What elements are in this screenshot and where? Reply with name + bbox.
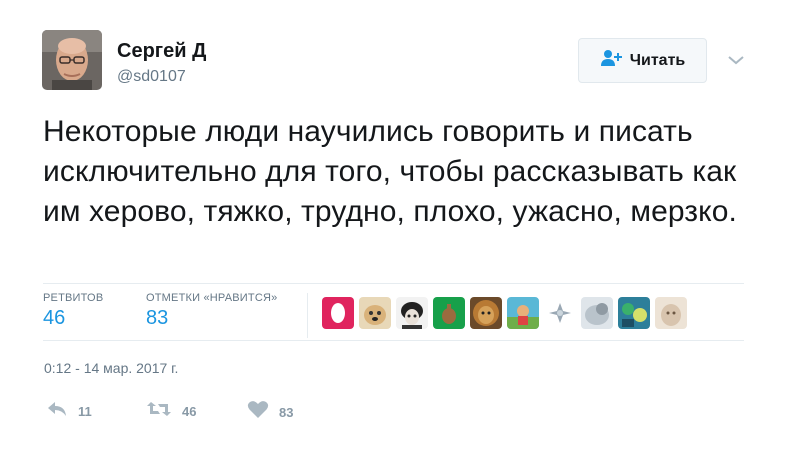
retweet-button[interactable]: 46 <box>146 400 196 423</box>
like-button[interactable]: 83 <box>247 400 293 424</box>
liker-avatar[interactable] <box>581 297 613 329</box>
liker-avatar[interactable] <box>433 297 465 329</box>
follow-button-label: Читать <box>629 51 686 69</box>
reply-count: 11 <box>78 404 92 419</box>
likes-stat[interactable]: ОТМЕТКИ «НРАВИТСЯ» 83 <box>146 292 277 330</box>
reply-button[interactable]: 11 <box>46 400 92 423</box>
follow-user-icon <box>600 49 624 72</box>
retweet-icon <box>146 400 172 423</box>
author-avatar[interactable] <box>42 30 102 90</box>
tweet-timestamp[interactable]: 0:12 - 14 мар. 2017 г. <box>44 360 178 376</box>
divider-top <box>43 283 744 284</box>
retweet-count: 46 <box>182 404 197 419</box>
likes-label: ОТМЕТКИ «НРАВИТСЯ» <box>146 292 278 304</box>
liker-avatar[interactable] <box>359 297 391 329</box>
liker-avatar[interactable] <box>396 297 428 329</box>
retweets-stat[interactable]: РЕТВИТОВ 46 <box>43 292 103 330</box>
liker-avatar[interactable] <box>655 297 687 329</box>
follow-button[interactable]: Читать <box>578 38 707 83</box>
liker-avatar[interactable] <box>618 297 650 329</box>
liker-avatar[interactable] <box>544 297 576 329</box>
liker-avatars <box>322 297 687 329</box>
reply-icon <box>46 400 68 423</box>
retweets-count: 46 <box>43 307 66 329</box>
like-count: 83 <box>279 404 294 420</box>
liker-avatar[interactable] <box>470 297 502 329</box>
retweets-label: РЕТВИТОВ <box>43 292 104 304</box>
likes-count: 83 <box>146 307 169 329</box>
stats-separator <box>307 293 308 338</box>
liker-avatar[interactable] <box>507 297 539 329</box>
heart-icon <box>247 400 269 424</box>
author-name[interactable]: Сергей Д <box>117 40 206 63</box>
chevron-down-icon[interactable] <box>726 52 746 68</box>
tweet-text: Некоторые люди научились говорить и писа… <box>43 115 737 228</box>
liker-avatar[interactable] <box>322 297 354 329</box>
author-handle[interactable]: @sd0107 <box>117 68 186 86</box>
divider-bottom <box>43 340 744 341</box>
